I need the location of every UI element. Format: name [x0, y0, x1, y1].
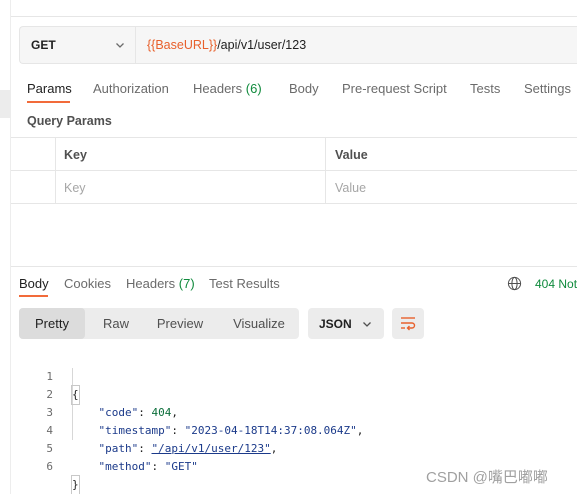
- format-label: JSON: [319, 316, 352, 331]
- code-line: 6 }: [19, 440, 80, 494]
- response-headers-count: (7): [178, 276, 195, 291]
- code-line: 4 "path": "/api/v1/user/123",: [19, 404, 277, 455]
- close-brace: }: [71, 475, 80, 494]
- param-value-input[interactable]: Value: [335, 171, 575, 204]
- format-select[interactable]: JSON: [308, 308, 384, 339]
- line-number: 6: [46, 460, 53, 473]
- left-sidebar-edge: [0, 0, 11, 494]
- param-key-input[interactable]: Key: [64, 171, 319, 204]
- json-key: "timestamp": [98, 424, 172, 437]
- chevron-down-icon: [363, 322, 371, 327]
- headers-count: (6): [245, 81, 262, 96]
- url-path: /api/v1/user/123: [217, 38, 307, 52]
- value-column-header: Value: [335, 147, 368, 162]
- method-select[interactable]: GET: [20, 27, 136, 63]
- tab-response-body[interactable]: Body: [19, 276, 49, 291]
- code-line: 1 {: [19, 350, 80, 405]
- globe-icon[interactable]: [507, 276, 522, 291]
- table-header-row: Key Value: [11, 138, 577, 171]
- code-line: 5 "method": "GET": [19, 422, 197, 473]
- preview-button[interactable]: Preview: [147, 308, 213, 339]
- tab-cookies[interactable]: Cookies: [64, 276, 111, 291]
- response-body-code[interactable]: 1 { 2 "code": 404, 3 "timestamp": "2023-…: [19, 350, 363, 494]
- active-response-tab-indicator: [19, 295, 48, 297]
- sidebar-selection-mark: [0, 90, 11, 118]
- raw-button[interactable]: Raw: [85, 308, 147, 339]
- view-mode-toggle: Pretty Raw Preview Visualize: [19, 308, 299, 339]
- response-divider: [11, 266, 577, 267]
- query-params-table: Key Value Key Value: [11, 137, 577, 204]
- tab-headers[interactable]: Headers (6): [193, 81, 262, 96]
- json-link-value[interactable]: "/api/v1/user/123": [152, 442, 271, 455]
- divider: [11, 16, 577, 17]
- table-row: Key Value: [11, 171, 577, 204]
- watermark: CSDN @嘴巴嘟嘟: [426, 469, 548, 486]
- pretty-button[interactable]: Pretty: [19, 308, 85, 339]
- open-brace: {: [71, 385, 80, 405]
- url-variable: {{BaseURL}}: [147, 38, 218, 52]
- wrap-lines-icon: [401, 317, 416, 331]
- key-column-header: Key: [64, 147, 87, 162]
- query-params-title: Query Params: [27, 114, 112, 128]
- tab-body[interactable]: Body: [289, 81, 319, 96]
- active-tab-indicator: [27, 101, 70, 103]
- request-bar: GET {{BaseURL}}/api/v1/user/123: [19, 26, 577, 64]
- json-value: "2023-04-18T14:37:08.064Z": [184, 424, 357, 437]
- chevron-down-icon: [116, 43, 124, 48]
- json-key: "method": [98, 460, 152, 473]
- json-value: 404: [151, 406, 172, 419]
- tab-params[interactable]: Params: [27, 81, 72, 96]
- tab-authorization[interactable]: Authorization: [93, 81, 169, 96]
- tab-pre-request-script[interactable]: Pre-request Script: [342, 81, 447, 96]
- visualize-button[interactable]: Visualize: [219, 308, 299, 339]
- json-key: "code": [98, 406, 139, 419]
- url-input[interactable]: {{BaseURL}}/api/v1/user/123: [147, 27, 306, 63]
- code-line: 3 "timestamp": "2023-04-18T14:37:08.064Z…: [19, 386, 363, 437]
- code-line: 2 "code": 404,: [19, 368, 178, 419]
- json-key: "path": [98, 442, 139, 455]
- method-label: GET: [31, 38, 56, 52]
- tab-tests[interactable]: Tests: [470, 81, 500, 96]
- tab-test-results[interactable]: Test Results: [209, 276, 280, 291]
- tab-settings[interactable]: Settings: [524, 81, 571, 96]
- json-value: "GET": [164, 460, 198, 473]
- wrap-lines-button[interactable]: [392, 308, 424, 339]
- status-code[interactable]: 404 Not: [535, 277, 577, 291]
- tab-response-headers[interactable]: Headers (7): [126, 276, 195, 291]
